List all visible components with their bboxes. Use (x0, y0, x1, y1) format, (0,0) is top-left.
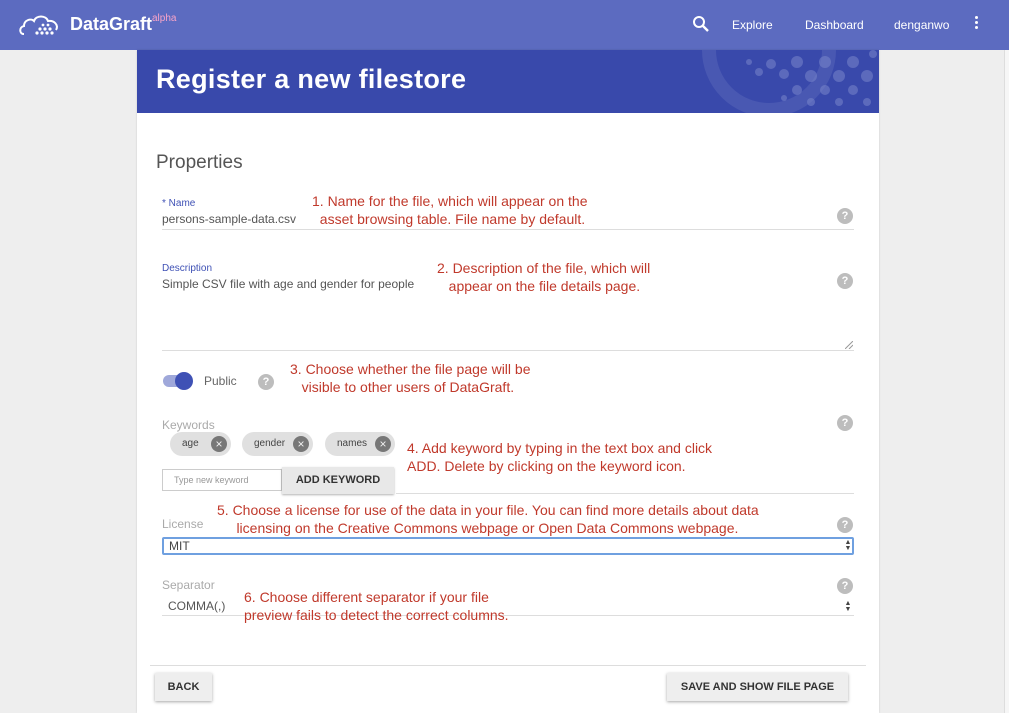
keywords-help-icon[interactable]: ? (837, 415, 853, 431)
save-and-show-button[interactable]: SAVE AND SHOW FILE PAGE (667, 673, 848, 701)
brand-badge: alpha (152, 13, 177, 24)
keyword-chip: age × (170, 432, 231, 456)
nav-explore-link[interactable]: Explore (732, 18, 773, 32)
name-help-icon[interactable]: ? (837, 208, 853, 224)
description-field-label: Description (162, 263, 213, 274)
nav-dashboard-link[interactable]: Dashboard (805, 18, 864, 32)
public-toggle-label: Public (204, 374, 237, 388)
nav-user-menu[interactable]: denganwo (894, 18, 949, 32)
description-field[interactable]: Simple CSV file with age and gender for … (162, 277, 414, 291)
public-help-icon[interactable]: ? (258, 374, 274, 390)
add-keyword-button[interactable]: ADD KEYWORD (282, 467, 394, 494)
annotation-separator: 6. Choose different separator if your fi… (244, 589, 509, 623)
separator-label: Separator (162, 578, 215, 592)
top-nav-bar: DataGraft alpha Explore Dashboard dengan… (0, 0, 1009, 50)
annotation-license: 5. Choose a license for use of the data … (217, 502, 759, 536)
separator-select-arrow-icon[interactable]: ▲ ▼ (844, 600, 852, 613)
keyword-chip-label: age (182, 438, 199, 449)
page-title: Register a new filestore (156, 64, 467, 94)
name-field[interactable]: persons-sample-data.csv (162, 212, 296, 226)
keyword-chip-label: gender (254, 438, 286, 449)
scrollbar[interactable] (1004, 50, 1009, 713)
remove-keyword-icon[interactable]: × (211, 436, 227, 452)
license-select-arrow-icon[interactable]: ▲ ▼ (844, 539, 852, 552)
license-help-icon[interactable]: ? (837, 517, 853, 533)
keyword-chip: gender × (242, 432, 313, 456)
keyword-chip: names × (325, 432, 395, 456)
name-field-label: * Name (162, 198, 196, 209)
search-icon[interactable] (692, 15, 710, 33)
annotation-name: 1. Name for the file, which will appear … (312, 193, 588, 227)
back-button[interactable]: BACK (155, 673, 212, 701)
license-select[interactable]: MIT (162, 537, 854, 555)
remove-keyword-icon[interactable]: × (375, 436, 391, 452)
public-toggle[interactable] (175, 372, 193, 390)
annotation-public: 3. Choose whether the file page will be … (290, 361, 531, 395)
keyword-chip-label: names (337, 438, 368, 449)
keywords-underline (396, 493, 854, 494)
remove-keyword-icon[interactable]: × (293, 436, 309, 452)
description-field-underline (162, 350, 854, 351)
description-help-icon[interactable]: ? (837, 273, 853, 289)
annotation-keywords: 4. Add keyword by typing in the text box… (407, 440, 713, 474)
annotation-description: 2. Description of the file, which will a… (437, 260, 651, 294)
keywords-label: Keywords (162, 418, 215, 432)
footer-divider (150, 665, 866, 666)
name-field-underline (162, 229, 854, 230)
separator-select[interactable]: COMMA(,) (168, 599, 225, 613)
section-title-properties: Properties (156, 152, 243, 173)
brand-name[interactable]: DataGraft (70, 14, 152, 35)
separator-help-icon[interactable]: ? (837, 578, 853, 594)
page-banner: Register a new filestore (137, 50, 879, 113)
cloud-logo-icon[interactable] (18, 12, 62, 38)
more-vert-icon[interactable] (972, 16, 980, 34)
banner-decoration-icon (702, 50, 877, 113)
keyword-input[interactable]: Type new keyword (162, 469, 282, 491)
resize-handle-icon[interactable] (845, 341, 853, 349)
license-select-value: MIT (169, 539, 190, 553)
license-label: License (162, 517, 204, 531)
